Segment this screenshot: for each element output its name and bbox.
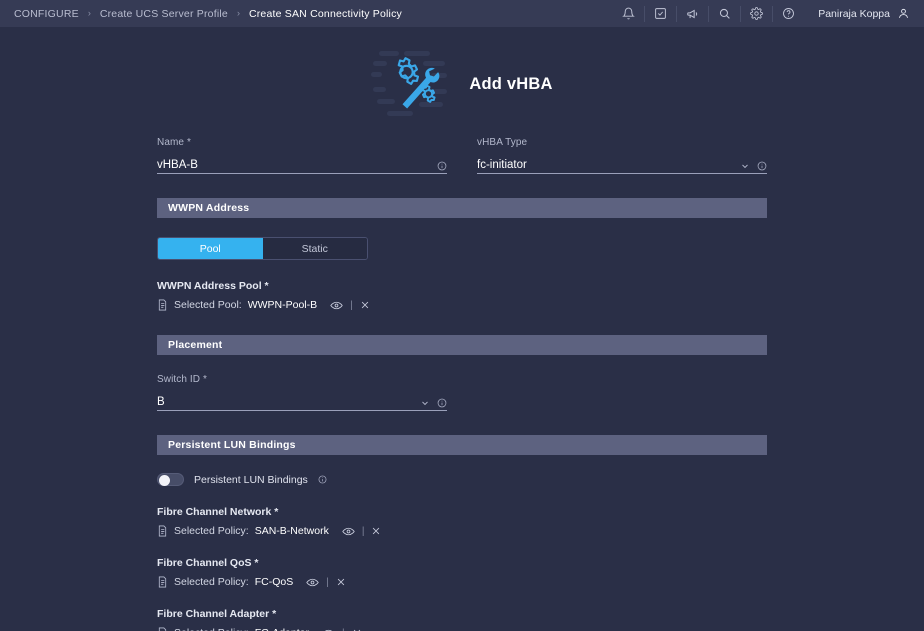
policy-document-icon	[157, 525, 168, 537]
fibre-channel-qos-label: Fibre Channel QoS *	[157, 557, 259, 569]
fibre-channel-network-group: Fibre Channel Network * Selected Policy:…	[157, 506, 767, 537]
megaphone-icon[interactable]	[677, 0, 708, 28]
selected-policy-value: FC-Adapter	[255, 627, 309, 631]
top-bar: CONFIGURE › Create UCS Server Profile › …	[0, 0, 924, 28]
switch-id-value: B	[157, 396, 165, 408]
switch-id-select[interactable]: B	[157, 391, 447, 411]
toggle-knob	[159, 475, 170, 486]
fibre-channel-adapter-label: Fibre Channel Adapter *	[157, 608, 277, 620]
info-icon[interactable]	[757, 161, 767, 171]
wwpn-pool-label: WWPN Address Pool *	[157, 280, 269, 292]
selected-policy-value: FC-QoS	[254, 576, 294, 588]
search-icon[interactable]	[709, 0, 740, 28]
breadcrumb-item-create-san-connectivity-policy[interactable]: Create SAN Connectivity Policy	[249, 8, 402, 20]
wwpn-pool-selection-row: Selected Pool: WWPN-Pool-B |	[157, 299, 767, 311]
persistent-lun-toggle-label: Persistent LUN Bindings	[194, 473, 308, 486]
fibre-channel-qos-group: Fibre Channel QoS * Selected Policy: FC-…	[157, 557, 767, 588]
user-avatar-icon	[897, 7, 910, 20]
policy-document-icon	[157, 576, 168, 588]
vhba-type-select[interactable]: fc-initiator	[477, 154, 767, 174]
close-icon[interactable]	[336, 577, 346, 587]
wwpn-mode-toggle-group: Pool Static	[157, 237, 368, 260]
persistent-lun-toggle[interactable]	[157, 473, 184, 486]
switch-id-label: Switch ID *	[157, 374, 208, 385]
selected-policy-value: SAN-B-Network	[254, 525, 329, 537]
page-title: Add vHBA	[469, 74, 553, 93]
user-name-label: Paniraja Koppa	[818, 7, 890, 20]
bell-icon[interactable]	[613, 0, 644, 28]
fibre-channel-adapter-selection-row: Selected Policy: FC-Adapter |	[157, 627, 767, 631]
wwpn-pool-group: WWPN Address Pool * Selected Pool: WWPN-…	[157, 280, 767, 311]
name-value: vHBA-B	[157, 159, 198, 171]
info-icon[interactable]	[318, 475, 327, 484]
eye-icon[interactable]	[306, 578, 319, 587]
vhba-type-value: fc-initiator	[477, 159, 527, 171]
action-divider: |	[361, 525, 365, 537]
policy-document-icon	[157, 299, 168, 311]
close-icon[interactable]	[371, 526, 381, 536]
policy-document-icon	[157, 627, 168, 631]
name-input[interactable]: vHBA-B	[157, 154, 447, 174]
persistent-lun-section: Persistent LUN Bindings Persistent LUN B…	[0, 435, 924, 631]
wwpn-pool-prefix: Selected Pool:	[174, 299, 242, 311]
breadcrumb-separator: ›	[87, 8, 91, 18]
name-type-row: Name * vHBA-B vHBA Type fc-initiator	[157, 137, 767, 174]
wwpn-pool-value: WWPN-Pool-B	[247, 299, 318, 311]
chevron-down-icon[interactable]	[420, 398, 430, 408]
placement-section: Placement Switch ID * B	[0, 335, 924, 411]
gears-wrench-icon	[371, 47, 449, 121]
persistent-lun-section-header: Persistent LUN Bindings	[157, 435, 767, 455]
fibre-channel-network-selection-row: Selected Policy: SAN-B-Network |	[157, 525, 767, 537]
vhba-type-label: vHBA Type	[477, 137, 528, 148]
breadcrumb-separator: ›	[236, 8, 240, 18]
task-list-icon[interactable]	[645, 0, 676, 28]
chevron-down-icon[interactable]	[740, 161, 750, 171]
breadcrumb: CONFIGURE › Create UCS Server Profile › …	[14, 8, 402, 20]
selected-policy-prefix: Selected Policy:	[174, 525, 249, 537]
action-divider: |	[342, 628, 345, 631]
form-body: Name * vHBA-B vHBA Type fc-initiator WWP…	[0, 137, 924, 631]
fibre-channel-network-label: Fibre Channel Network *	[157, 506, 279, 518]
name-label: Name *	[157, 137, 191, 148]
close-icon[interactable]	[360, 300, 370, 310]
selected-policy-prefix: Selected Policy:	[174, 576, 249, 588]
action-divider: |	[350, 299, 353, 311]
breadcrumb-item-create-ucs-server-profile[interactable]: Create UCS Server Profile	[100, 8, 228, 20]
page-header: Add vHBA	[0, 45, 924, 123]
eye-icon[interactable]	[342, 527, 355, 536]
vhba-type-field-group: vHBA Type fc-initiator	[477, 137, 767, 174]
switch-id-field-group: Switch ID * B	[157, 374, 447, 411]
fibre-channel-qos-selection-row: Selected Policy: FC-QoS |	[157, 576, 767, 588]
info-icon[interactable]	[437, 161, 447, 171]
placement-section-header: Placement	[157, 335, 767, 355]
wwpn-section: WWPN Address Pool Static WWPN Address Po…	[0, 198, 924, 311]
help-icon[interactable]	[773, 0, 804, 28]
fibre-channel-adapter-group: Fibre Channel Adapter * Selected Policy:…	[157, 608, 767, 631]
name-field-group: Name * vHBA-B	[157, 137, 447, 174]
wwpn-mode-static-button[interactable]: Static	[262, 238, 367, 259]
selected-policy-prefix: Selected Policy:	[174, 627, 249, 631]
eye-icon[interactable]	[330, 301, 343, 310]
wwpn-mode-pool-button[interactable]: Pool	[158, 238, 263, 259]
breadcrumb-item-configure[interactable]: CONFIGURE	[14, 8, 79, 20]
info-icon[interactable]	[437, 398, 447, 408]
user-menu[interactable]: Paniraja Koppa	[818, 7, 914, 20]
gear-icon[interactable]	[741, 0, 772, 28]
wwpn-section-header: WWPN Address	[157, 198, 767, 218]
action-divider: |	[326, 576, 329, 588]
top-bar-actions: Paniraja Koppa	[613, 0, 914, 28]
persistent-lun-toggle-row: Persistent LUN Bindings	[157, 473, 767, 486]
